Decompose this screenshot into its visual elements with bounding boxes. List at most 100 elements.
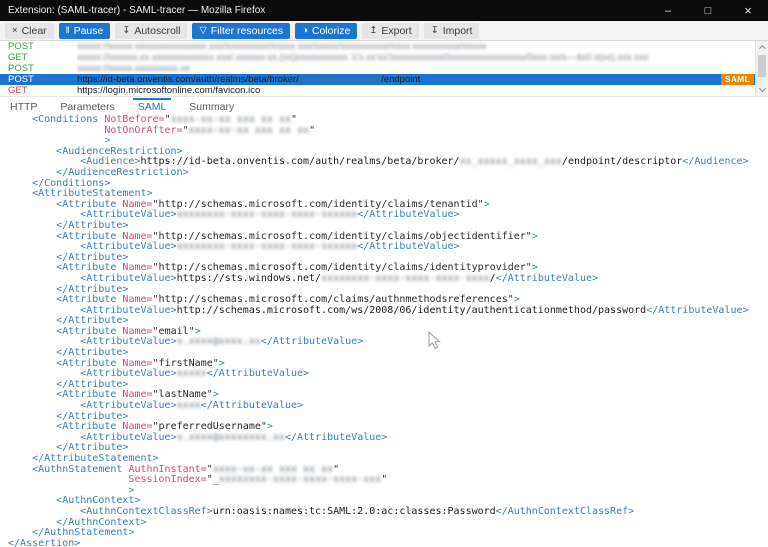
request-row[interactable]: POSTxxxxx://xxxxx.xxxxxxxxx.xx: [0, 63, 755, 74]
text-segment: [8, 336, 80, 347]
colorize-button[interactable]: ◑Colorize: [295, 23, 357, 39]
text-segment: NotOnOrAfter=: [104, 125, 182, 136]
button-label: Filter resources: [211, 23, 283, 39]
text-segment: <Audience>: [80, 156, 140, 167]
close-button[interactable]: ×: [728, 0, 768, 21]
autoscroll-button[interactable]: ↧Autoscroll: [115, 23, 187, 39]
text-segment: "_: [207, 474, 219, 485]
redacted-blur-text: xxxxxxxx-xxxx-xxxx-xxxx-xxxxxx: [177, 241, 358, 252]
chevron-up-icon: [758, 45, 765, 52]
request-method: POST: [0, 74, 77, 85]
text-segment: >: [484, 199, 490, 210]
text-segment: </Assertion>: [8, 538, 80, 547]
text-segment: <Attribute: [56, 199, 116, 210]
text-segment: <AttributeValue>: [80, 305, 176, 316]
redacted-blur-text: xxxxxxxx-xxxx-xxxx-xxxx-xxxx: [321, 273, 490, 284]
request-row[interactable]: POSTxxxxx://xxxxx.xxxxxxxxxxxxxxx.xxx/xx…: [0, 41, 755, 52]
redacted-blur-text: xxxx-xx-xx xxx xx xx: [189, 125, 309, 136]
text-segment: "http://schemas.microsoft.com/identity/c…: [153, 262, 532, 273]
text-segment: https://id-beta.onventis.com/auth/realms…: [77, 74, 299, 85]
text-segment: [8, 273, 80, 284]
export-button[interactable]: ↥Export: [362, 23, 418, 39]
saml-badge: SAML: [721, 74, 754, 85]
text-segment: [8, 315, 56, 326]
pause-button[interactable]: ‖Pause: [59, 23, 111, 39]
request-row[interactable]: GEThttps://login.microsoftonline.com/fav…: [0, 85, 755, 96]
text-segment: [8, 527, 32, 538]
request-list: POSTxxxxx://xxxxx.xxxxxxxxxxxxxxx.xxx/xx…: [0, 41, 768, 96]
text-segment: </Attribute>: [56, 411, 128, 422]
redacted-blur-text: x.xxxx@xxxxxxxx.xx: [177, 432, 285, 443]
window-controls: – □ ×: [648, 0, 768, 21]
text-segment: [8, 188, 32, 199]
text-segment: [8, 326, 56, 337]
tab-saml[interactable]: SAML: [138, 99, 167, 113]
redacted-blur-text: xxxxx://xxxxxx.xx.xxxxxxxxxxxxx.xxx/.xxx…: [77, 52, 648, 63]
scrollbar-thumb[interactable]: [758, 55, 766, 77]
pause-icon: ‖: [66, 23, 70, 39]
text-segment: </AttributeValue>: [357, 209, 459, 220]
text-segment: [8, 220, 56, 231]
text-segment: Name=: [122, 199, 152, 210]
text-segment: [8, 114, 32, 125]
request-url: https://id-beta.onventis.com/auth/realms…: [77, 74, 755, 85]
request-row[interactable]: POSThttps://id-beta.onventis.com/auth/re…: [0, 74, 755, 85]
close-icon: ×: [744, 3, 752, 18]
text-segment: ": [165, 114, 171, 125]
text-segment: [8, 474, 128, 485]
text-segment: Name=: [122, 294, 152, 305]
text-segment: [8, 400, 80, 411]
text-segment: [8, 411, 56, 422]
request-list-scrollbar[interactable]: [755, 41, 768, 96]
text-segment: </Attribute>: [56, 347, 128, 358]
maximize-button[interactable]: □: [688, 0, 728, 21]
request-method: GET: [0, 85, 77, 96]
text-segment: </AttributeValue>: [646, 305, 748, 316]
text-segment: [8, 284, 56, 295]
tab-parameters[interactable]: Parameters: [60, 99, 114, 113]
text-segment: [8, 178, 32, 189]
request-url: xxxxx://xxxxx.xxxxxxxxx.xx: [77, 63, 755, 74]
text-segment: "firstName": [153, 358, 219, 369]
redacted-blur-text: x.xxxx@xxxx.xx: [177, 336, 261, 347]
text-segment: <Attribute: [56, 358, 116, 369]
redacted-blur-text: xx_xxxxx_xxxx_xxx: [460, 156, 562, 167]
xml-line: </AudienceRestriction>: [8, 168, 768, 179]
import-button[interactable]: ↧Import: [424, 23, 480, 39]
tab-http[interactable]: HTTP: [10, 99, 37, 113]
scroll-down-button[interactable]: [756, 84, 768, 96]
text-segment: [8, 305, 80, 316]
text-segment: </Audience>: [682, 156, 748, 167]
text-segment: </AttributeValue>: [496, 273, 598, 284]
text-segment: [8, 209, 80, 220]
redacted-blur-text: xxxxxxxx-xxxx-xxxx-xxxx-xxxxxx: [177, 209, 358, 220]
redacted-blur-text: xxxxxxxx-xxxx-xxxx-xxxx-xxx: [219, 474, 382, 485]
text-segment: [8, 125, 104, 136]
text-segment: Name=: [122, 231, 152, 242]
text-segment: </AuthnContext>: [56, 517, 146, 528]
request-row[interactable]: GETxxxxx://xxxxxx.xx.xxxxxxxxxxxxx.xxx/.…: [0, 52, 755, 63]
text-segment: ": [381, 474, 387, 485]
text-segment: <AttributeValue>: [80, 400, 176, 411]
text-segment: http://schemas.microsoft.com/ws/2008/06/…: [177, 305, 647, 316]
redacted-blur-text: xx_xxxxx_xxxx_xxx: [299, 74, 381, 85]
text-segment: </AttributeValue>: [201, 400, 303, 411]
redacted-blur-text: xxxx: [177, 400, 201, 411]
text-segment: [8, 231, 56, 242]
scroll-up-button[interactable]: [756, 41, 768, 53]
text-segment: <Attribute: [56, 389, 116, 400]
filter-resources-button[interactable]: ▽Filter resources: [192, 23, 290, 39]
text-segment: </AttributeValue>: [261, 336, 363, 347]
minimize-button[interactable]: –: [648, 0, 688, 21]
arrow-up-from-bar-icon: ↥: [369, 23, 377, 39]
tab-summary[interactable]: Summary: [189, 99, 234, 113]
text-segment: https://login.microsoftonline.com/favico…: [77, 85, 260, 96]
text-segment: [8, 156, 80, 167]
button-label: Export: [381, 23, 411, 39]
tab-bar: HTTP Parameters SAML Summary: [0, 96, 768, 114]
text-segment: Name=: [122, 358, 152, 369]
window-title: Extension: (SAML-tracer) - SAML-tracer —…: [8, 5, 265, 16]
clear-button[interactable]: ×Clear: [5, 23, 54, 39]
text-segment: ": [333, 464, 339, 475]
text-segment: </Attribute>: [56, 442, 128, 453]
